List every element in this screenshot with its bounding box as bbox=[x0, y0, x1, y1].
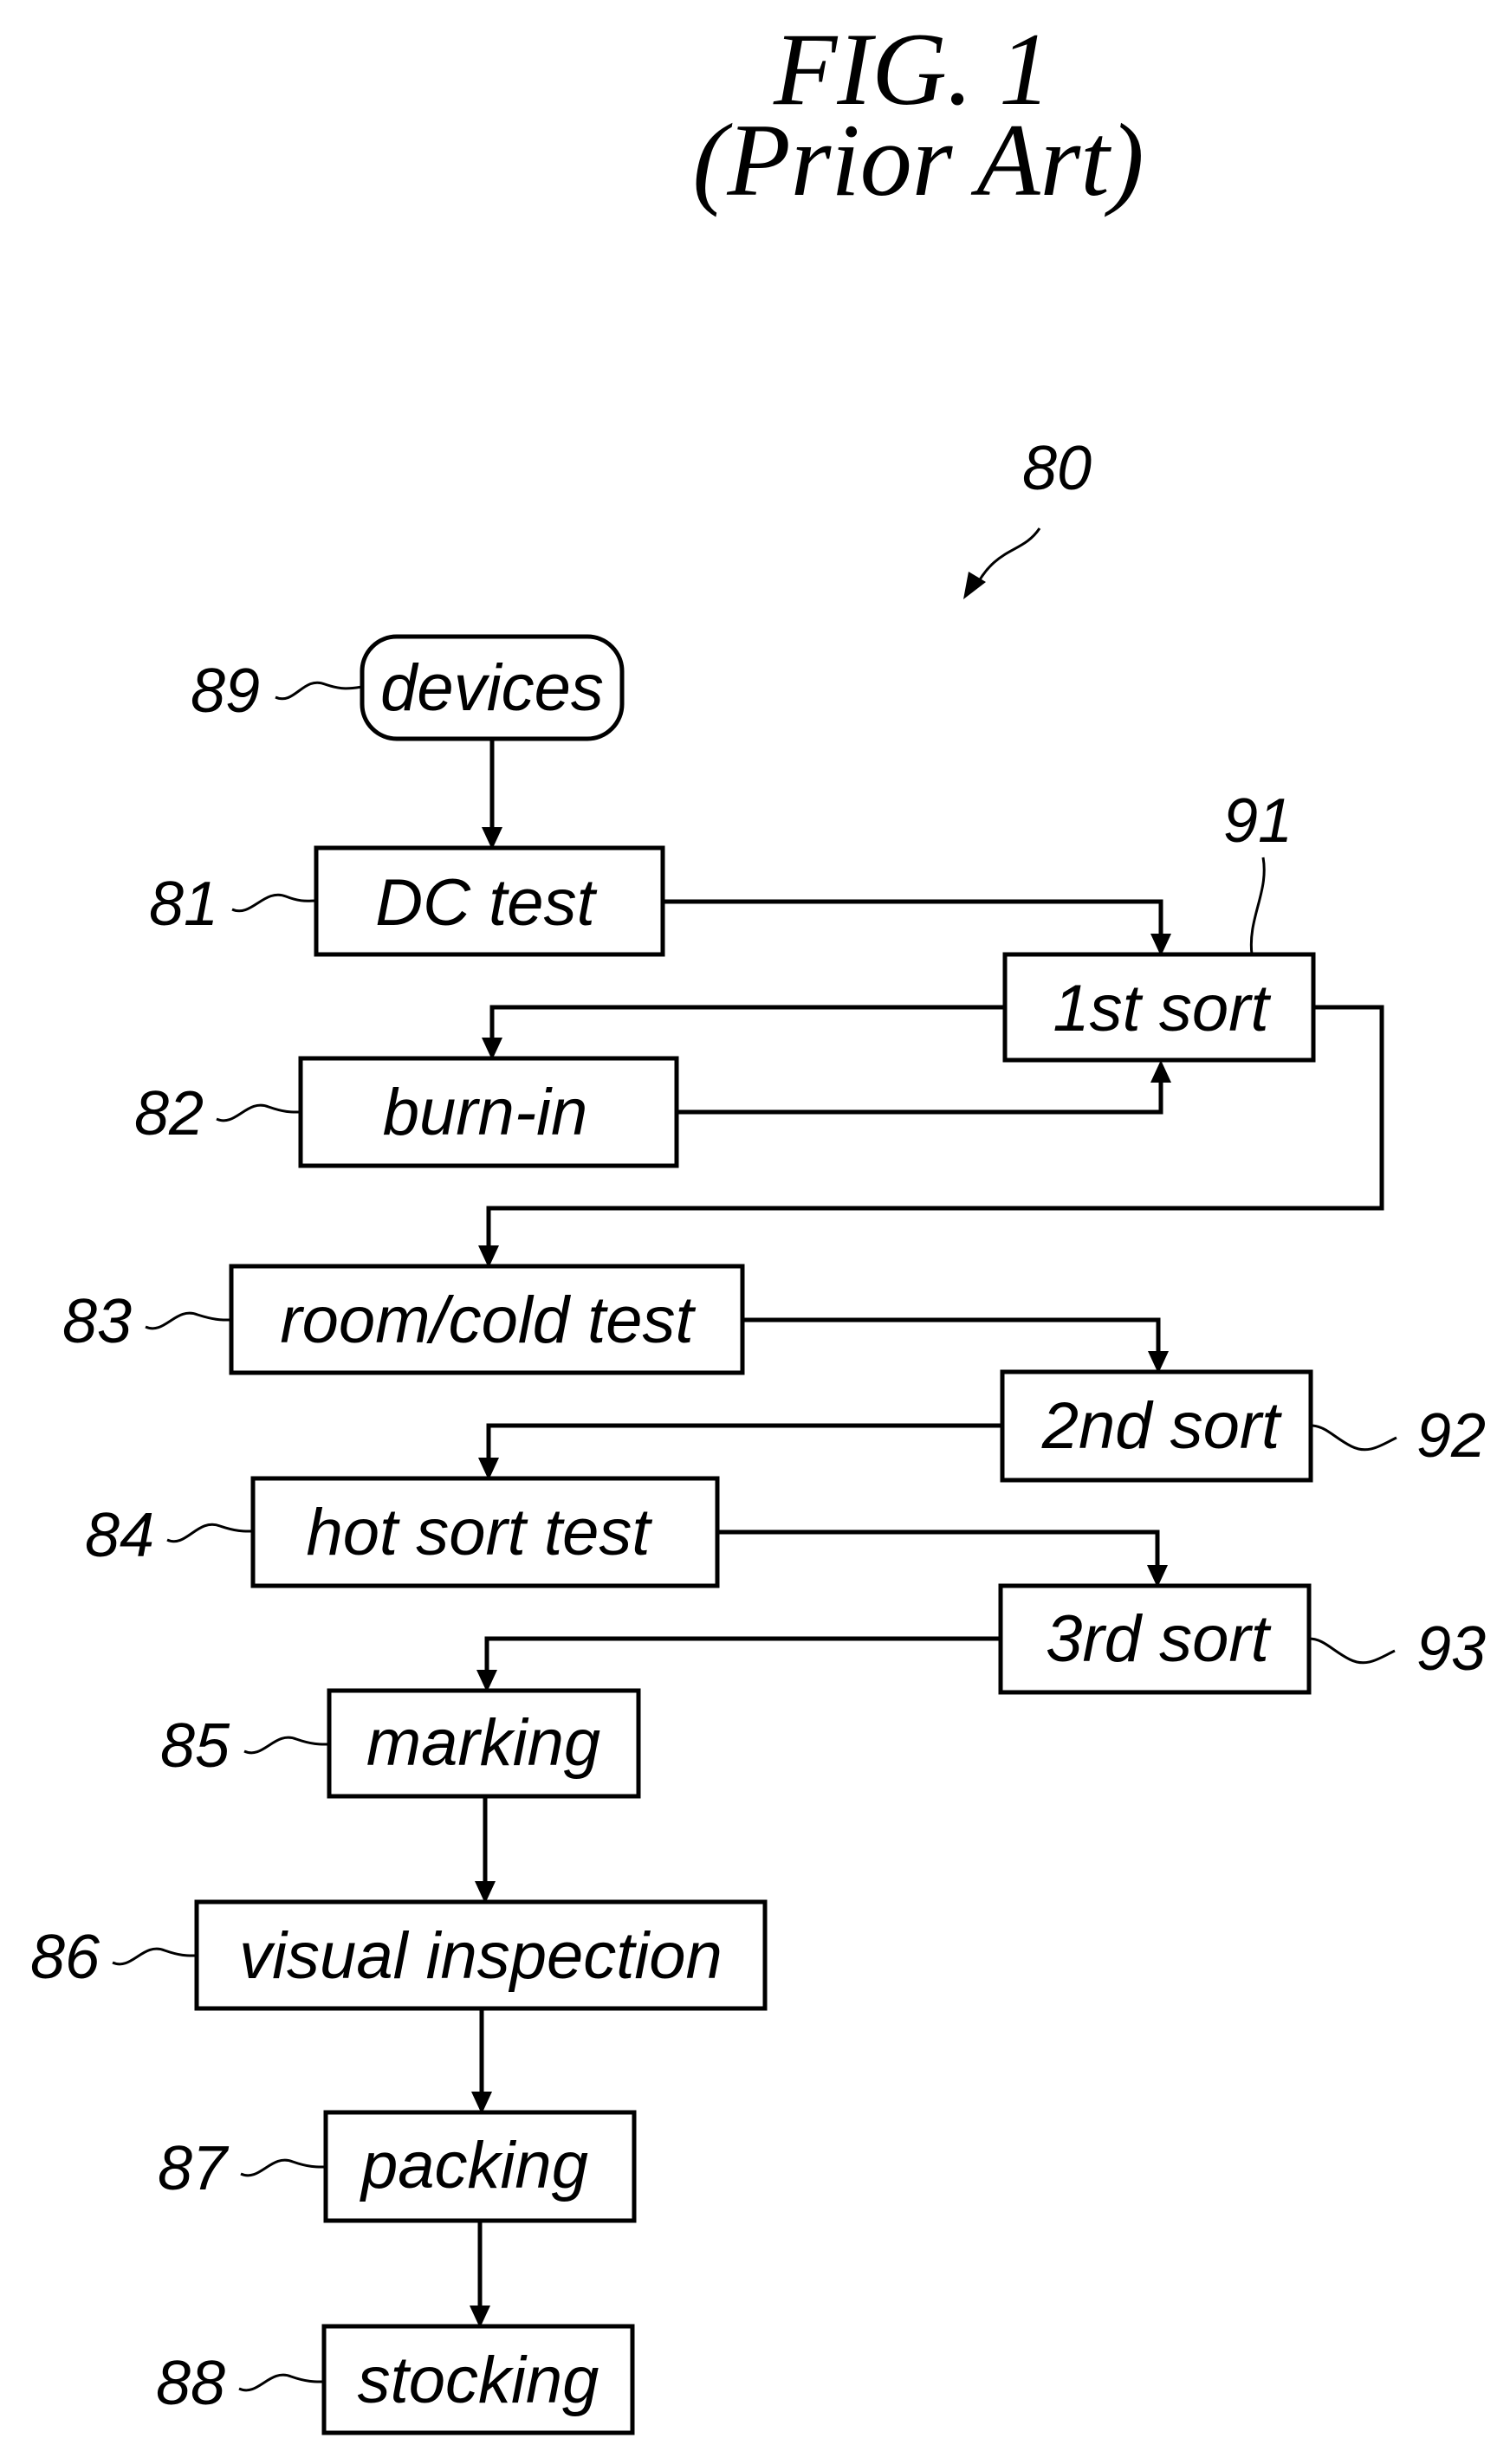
ref-leader bbox=[216, 1103, 301, 1122]
node-label: room/cold test bbox=[280, 1284, 696, 1357]
edge-sort1-burnin bbox=[489, 1005, 1005, 1041]
node-burn-in: burn-in 82 bbox=[134, 1056, 679, 1168]
ref-label: 85 bbox=[160, 1711, 230, 1781]
ref-leader bbox=[166, 1523, 254, 1543]
ref-label: 88 bbox=[156, 2349, 225, 2418]
node-marking: marking 85 bbox=[160, 1688, 641, 1799]
ref-leader bbox=[145, 1311, 232, 1330]
node-label: burn-in bbox=[383, 1076, 588, 1149]
ref-leader bbox=[240, 2158, 327, 2177]
node-label: visual inspection bbox=[239, 1919, 723, 1993]
flowchart-diagram: FIG. 1 (Prior Art) 80 devices 89 DC test… bbox=[30, 11, 1486, 2435]
edge-sort3-marking bbox=[484, 1636, 1001, 1673]
ref-label: 81 bbox=[149, 870, 218, 939]
ref-label: 83 bbox=[62, 1287, 132, 1356]
edge-burnin-sort1 bbox=[677, 1079, 1163, 1115]
node-packing: packing 87 bbox=[158, 2110, 637, 2223]
ref-leader bbox=[275, 681, 363, 701]
node-devices: devices 89 bbox=[191, 634, 625, 741]
node-label: devices bbox=[380, 651, 604, 725]
ref-leader bbox=[238, 2373, 325, 2392]
ref-label: 86 bbox=[30, 1923, 100, 1992]
ref-leader bbox=[1308, 1637, 1396, 1665]
ref-leader bbox=[243, 1736, 330, 1755]
node-stocking: stocking 88 bbox=[156, 2324, 635, 2435]
ref-label-80: 80 bbox=[1022, 434, 1092, 503]
node-hot-sort-test: hot sort test 84 bbox=[85, 1476, 720, 1588]
node-label: packing bbox=[360, 2129, 588, 2202]
arrowhead bbox=[1150, 1060, 1171, 1083]
edge-sort2-hotsort bbox=[486, 1423, 1002, 1461]
ref-label: 84 bbox=[85, 1501, 154, 1570]
ref-leader bbox=[1249, 857, 1266, 955]
node-label: 2nd sort bbox=[1041, 1389, 1282, 1463]
node-visual-inspection: visual inspection 86 bbox=[30, 1899, 768, 2011]
ref-label: 87 bbox=[158, 2134, 230, 2203]
node-room-cold-test: room/cold test 83 bbox=[62, 1264, 745, 1375]
edge-dc-sort1 bbox=[663, 899, 1163, 937]
ref-label: 82 bbox=[134, 1079, 204, 1148]
node-label: stocking bbox=[358, 2344, 599, 2417]
node-3rd-sort: 3rd sort 93 bbox=[998, 1583, 1486, 1695]
node-label: marking bbox=[366, 1706, 600, 1780]
ref-label: 92 bbox=[1416, 1401, 1486, 1471]
edge-roomcold-sort2 bbox=[742, 1317, 1161, 1355]
node-label: hot sort test bbox=[306, 1496, 652, 1569]
ref-leader bbox=[112, 1947, 198, 1966]
ref-label: 91 bbox=[1223, 786, 1293, 856]
figure-subtitle: (Prior Art) bbox=[692, 102, 1144, 217]
edge-hotsort-sort3 bbox=[717, 1529, 1160, 1568]
node-label: 3rd sort bbox=[1046, 1602, 1272, 1676]
ref-leader bbox=[231, 893, 317, 913]
node-dc-test: DC test 81 bbox=[149, 845, 665, 957]
ref-80-leader bbox=[973, 527, 1041, 590]
node-label: DC test bbox=[375, 866, 597, 940]
ref-label: 93 bbox=[1416, 1614, 1486, 1684]
node-2nd-sort: 2nd sort 92 bbox=[1000, 1369, 1486, 1483]
ref-leader bbox=[1310, 1424, 1397, 1452]
node-label: 1st sort bbox=[1053, 972, 1271, 1045]
ref-label: 89 bbox=[191, 656, 260, 726]
